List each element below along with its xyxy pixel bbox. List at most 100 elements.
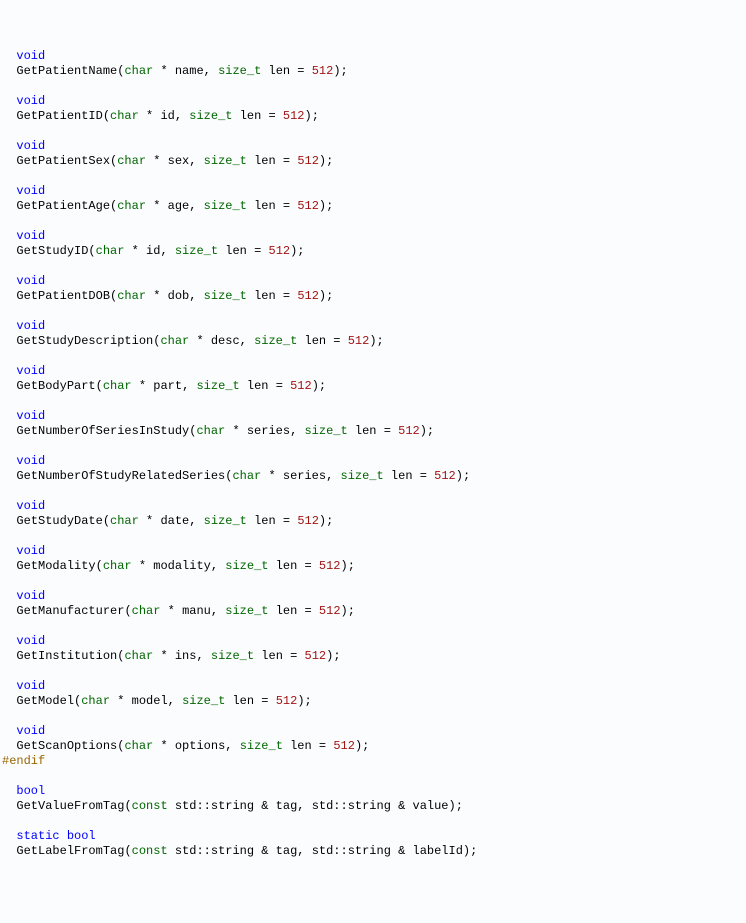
param-labelId: std::string & labelId xyxy=(312,844,463,858)
param-len-name: len xyxy=(276,604,298,618)
function-name: GetStudyID xyxy=(16,244,88,258)
param-name: sex xyxy=(168,154,190,168)
type-char: char xyxy=(103,559,132,573)
param-name: id xyxy=(146,244,160,258)
func-signature-line: GetStudyDescription(char * desc, size_t … xyxy=(2,334,744,349)
keyword-void: void xyxy=(16,634,45,648)
type-char: char xyxy=(160,334,189,348)
type-char: char xyxy=(117,154,146,168)
default-value: 512 xyxy=(398,424,420,438)
type-char: char xyxy=(81,694,110,708)
param-len-name: len xyxy=(261,649,283,663)
function-name: GetPatientSex xyxy=(16,154,110,168)
param-name: name xyxy=(175,64,204,78)
function-name: GetStudyDate xyxy=(16,514,102,528)
func-signature-line: GetValueFromTag(const std::string & tag,… xyxy=(2,799,744,814)
blank-line xyxy=(2,349,744,364)
type-size_t: size_t xyxy=(175,244,218,258)
function-name: GetNumberOfSeriesInStudy xyxy=(16,424,189,438)
func-signature-line: GetStudyDate(char * date, size_t len = 5… xyxy=(2,514,744,529)
keyword-void: void xyxy=(16,319,45,333)
keyword-bool: bool xyxy=(67,829,96,843)
func-signature-line: GetScanOptions(char * options, size_t le… xyxy=(2,739,744,754)
func-return-line: void xyxy=(2,724,744,739)
blank-line xyxy=(2,769,744,784)
keyword-void: void xyxy=(16,364,45,378)
blank-line xyxy=(2,484,744,499)
param-name: desc xyxy=(211,334,240,348)
blank-line xyxy=(2,529,744,544)
type-char: char xyxy=(96,244,125,258)
param-tag: std::string & tag xyxy=(175,799,297,813)
func-signature-line: GetModel(char * model, size_t len = 512)… xyxy=(2,694,744,709)
type-size_t: size_t xyxy=(341,469,384,483)
keyword-void: void xyxy=(16,94,45,108)
blank-line xyxy=(2,394,744,409)
type-size_t: size_t xyxy=(211,649,254,663)
func-return-line: void xyxy=(2,679,744,694)
param-name: manu xyxy=(182,604,211,618)
param-len-name: len xyxy=(269,64,291,78)
blank-line xyxy=(2,664,744,679)
param-len-name: len xyxy=(254,289,276,303)
blank-line xyxy=(2,124,744,139)
default-value: 512 xyxy=(283,109,305,123)
func-signature-line: GetBodyPart(char * part, size_t len = 51… xyxy=(2,379,744,394)
blank-line xyxy=(2,214,744,229)
default-value: 512 xyxy=(312,64,334,78)
keyword-void: void xyxy=(16,139,45,153)
param-len-name: len xyxy=(225,244,247,258)
function-name: GetLabelFromTag xyxy=(16,844,124,858)
blank-line xyxy=(2,169,744,184)
type-size_t: size_t xyxy=(182,694,225,708)
keyword-void: void xyxy=(16,589,45,603)
function-name: GetPatientAge xyxy=(16,199,110,213)
type-size_t: size_t xyxy=(204,154,247,168)
function-name: GetPatientDOB xyxy=(16,289,110,303)
func-signature-line: GetNumberOfSeriesInStudy(char * series, … xyxy=(2,424,744,439)
func-return-line: void xyxy=(2,319,744,334)
param-len-name: len xyxy=(247,379,269,393)
blank-line xyxy=(2,574,744,589)
param-name: date xyxy=(160,514,189,528)
function-name: GetPatientID xyxy=(16,109,102,123)
function-name: GetModality xyxy=(16,559,95,573)
blank-line xyxy=(2,709,744,724)
param-name: series xyxy=(283,469,326,483)
type-size_t: size_t xyxy=(225,604,268,618)
type-char: char xyxy=(117,289,146,303)
param-len-name: len xyxy=(254,154,276,168)
type-size_t: size_t xyxy=(254,334,297,348)
function-name: GetManufacturer xyxy=(16,604,124,618)
type-char: char xyxy=(110,109,139,123)
type-char: char xyxy=(124,649,153,663)
type-char: char xyxy=(103,379,132,393)
param-len-name: len xyxy=(254,514,276,528)
func-return-line: void xyxy=(2,364,744,379)
keyword-const: const xyxy=(132,799,168,813)
default-value: 512 xyxy=(297,199,319,213)
func-signature-line: GetPatientDOB(char * dob, size_t len = 5… xyxy=(2,289,744,304)
func-return-line: void xyxy=(2,634,744,649)
type-char: char xyxy=(117,199,146,213)
func-signature-line: GetStudyID(char * id, size_t len = 512); xyxy=(2,244,744,259)
param-len-name: len xyxy=(232,694,254,708)
type-size_t: size_t xyxy=(196,379,239,393)
func-return-line: void xyxy=(2,49,744,64)
blank-line xyxy=(2,814,744,829)
blank-line xyxy=(2,304,744,319)
default-value: 512 xyxy=(319,604,341,618)
default-value: 512 xyxy=(348,334,370,348)
function-name: GetScanOptions xyxy=(16,739,117,753)
default-value: 512 xyxy=(290,379,312,393)
func-return-line: void xyxy=(2,454,744,469)
func-signature-line: GetPatientSex(char * sex, size_t len = 5… xyxy=(2,154,744,169)
param-name: model xyxy=(132,694,168,708)
param-name: options xyxy=(175,739,225,753)
keyword-bool: bool xyxy=(16,784,45,798)
preprocessor-endif: #endif xyxy=(2,754,744,769)
func-signature-line: GetInstitution(char * ins, size_t len = … xyxy=(2,649,744,664)
default-value: 512 xyxy=(305,649,327,663)
type-size_t: size_t xyxy=(240,739,283,753)
keyword-void: void xyxy=(16,679,45,693)
